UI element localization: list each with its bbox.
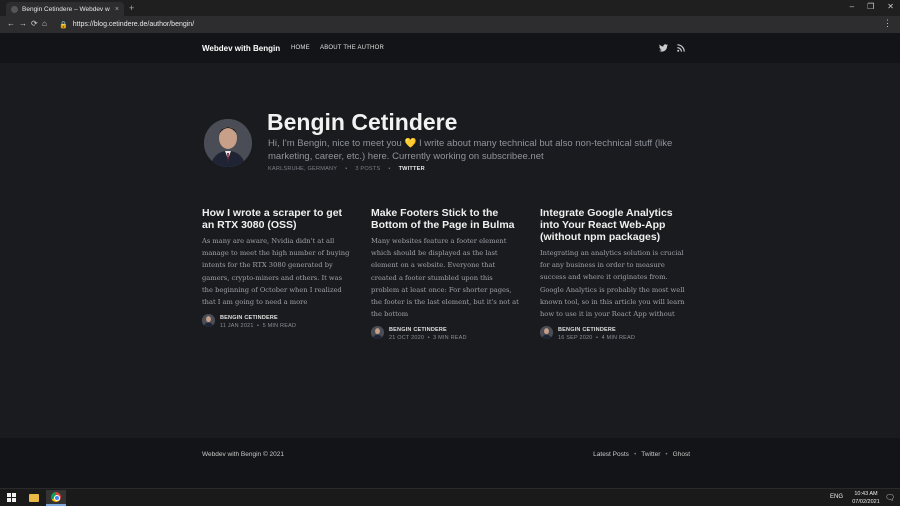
- post-date: 11 JAN 2021 • 5 MIN READ: [220, 323, 297, 330]
- address-bar[interactable]: 🔒 https://blog.cetindere.de/author/bengi…: [55, 18, 875, 31]
- language-indicator[interactable]: ENG: [830, 494, 843, 500]
- restore-button[interactable]: ❐: [867, 2, 874, 11]
- browser-menu-icon[interactable]: ⋮: [883, 18, 892, 29]
- post-author[interactable]: BENGIN CETINDERE: [389, 327, 447, 333]
- post-title[interactable]: Integrate Google Analytics into Your Rea…: [540, 207, 692, 243]
- tab-close-icon[interactable]: ×: [115, 6, 119, 13]
- clock[interactable]: 10:43 AM 07/02/2021: [848, 490, 884, 506]
- twitter-icon[interactable]: [659, 44, 668, 54]
- nav-home[interactable]: HOME: [291, 45, 310, 51]
- footer-copyright[interactable]: Webdev with Bengin © 2021: [202, 451, 284, 458]
- browser-tab-bar: Bengin Cetindere – Webdev w × + – ❐ ✕: [0, 0, 900, 16]
- footer-link-twitter[interactable]: Twitter: [641, 451, 660, 458]
- clock-time: 10:43 AM: [854, 491, 878, 497]
- windows-start-icon[interactable]: [7, 493, 16, 502]
- clock-date: 07/02/2021: [852, 499, 880, 505]
- author-location: KARLSRUHE, GERMANY: [268, 166, 338, 172]
- meta-separator: •: [345, 166, 348, 172]
- post-date: 21 OCT 2020 • 3 MIN READ: [389, 335, 467, 342]
- footer-link-ghost[interactable]: Ghost: [673, 451, 690, 458]
- post-author[interactable]: BENGIN CETINDERE: [220, 315, 278, 321]
- close-window-button[interactable]: ✕: [887, 2, 894, 11]
- footer-link-latest-posts[interactable]: Latest Posts: [593, 451, 629, 458]
- post-excerpt[interactable]: As many are aware, Nvidia didn't at all …: [202, 235, 354, 308]
- back-icon[interactable]: ←: [7, 19, 15, 28]
- lock-icon: 🔒: [59, 21, 68, 29]
- nav-about-author[interactable]: ABOUT THE AUTHOR: [320, 45, 384, 51]
- post-title[interactable]: Make Footers Stick to the Bottom of the …: [371, 207, 523, 231]
- author-twitter-link[interactable]: TWITTER: [399, 166, 425, 172]
- site-footer: Webdev with Bengin © 2021 Latest Posts •…: [0, 438, 900, 488]
- favicon-icon: [11, 5, 18, 13]
- post-title[interactable]: How I wrote a scraper to get an RTX 3080…: [202, 207, 354, 231]
- post-author[interactable]: BENGIN CETINDERE: [558, 327, 616, 333]
- footer-separator: •: [665, 451, 668, 458]
- footer-links: Latest Posts • Twitter • Ghost: [593, 451, 690, 458]
- chrome-icon[interactable]: [46, 490, 66, 506]
- post-excerpt[interactable]: Many websites feature a footer element w…: [371, 235, 523, 320]
- tab-title: Bengin Cetindere – Webdev w: [22, 5, 110, 13]
- post-meta: BENGIN CETINDERE 16 SEP 2020 • 4 MIN REA…: [540, 326, 692, 344]
- author-avatar-small[interactable]: [371, 326, 384, 340]
- post-card[interactable]: Make Footers Stick to the Bottom of the …: [371, 207, 523, 344]
- forward-icon[interactable]: →: [19, 19, 27, 28]
- post-meta: BENGIN CETINDERE 21 OCT 2020 • 3 MIN REA…: [371, 326, 523, 344]
- author-bio: Hi, I'm Bengin, nice to meet you 💛 I wri…: [268, 138, 673, 162]
- author-post-count: 3 POSTS: [355, 166, 381, 172]
- author-avatar-small[interactable]: [540, 326, 553, 340]
- post-meta: BENGIN CETINDERE 11 JAN 2021 • 5 MIN REA…: [202, 314, 354, 332]
- author-avatar-small[interactable]: [202, 314, 215, 328]
- post-date: 16 SEP 2020 • 4 MIN READ: [558, 335, 636, 342]
- heart-icon: 💛: [404, 138, 417, 149]
- reload-icon[interactable]: ⟳: [31, 19, 38, 28]
- browser-toolbar: ← → ⟳ ⌂ 🔒 https://blog.cetindere.de/auth…: [0, 16, 900, 33]
- site-logo[interactable]: Webdev with Bengin: [202, 44, 280, 53]
- new-tab-button[interactable]: +: [129, 2, 134, 14]
- post-card[interactable]: How I wrote a scraper to get an RTX 3080…: [202, 207, 354, 332]
- meta-separator: •: [388, 166, 391, 172]
- notification-icon[interactable]: 🗨: [885, 493, 895, 502]
- url-text: https://blog.cetindere.de/author/bengin/: [72, 21, 195, 28]
- taskbar: ENG 10:43 AM 07/02/2021 🗨: [0, 488, 900, 506]
- rss-icon[interactable]: [677, 44, 685, 54]
- post-excerpt[interactable]: Integrating an analytics solution is cru…: [540, 247, 692, 320]
- footer-separator: •: [633, 451, 637, 458]
- minimize-button[interactable]: –: [850, 2, 854, 11]
- author-name: Bengin Cetindere: [267, 109, 458, 135]
- post-card[interactable]: Integrate Google Analytics into Your Rea…: [540, 207, 692, 344]
- browser-tab[interactable]: Bengin Cetindere – Webdev w ×: [6, 2, 124, 16]
- file-explorer-icon[interactable]: [24, 490, 44, 506]
- author-meta: KARLSRUHE, GERMANY • 3 POSTS • TWITTER: [268, 166, 425, 172]
- author-avatar: [202, 117, 254, 169]
- site-header: Webdev with Bengin HOME ABOUT THE AUTHOR: [0, 33, 900, 63]
- home-icon[interactable]: ⌂: [42, 19, 47, 28]
